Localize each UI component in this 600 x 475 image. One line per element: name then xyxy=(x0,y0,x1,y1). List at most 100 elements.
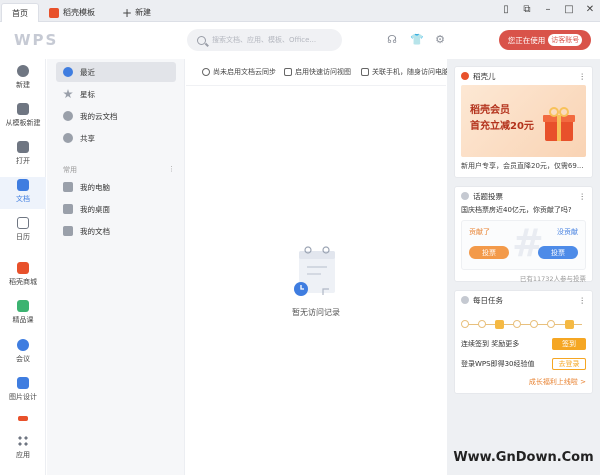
divider xyxy=(186,85,446,86)
more-icon[interactable]: ⋮ xyxy=(579,192,587,201)
search-placeholder: 搜索文档、应用、模板、Office... xyxy=(212,36,317,44)
more-icon[interactable]: ⋮ xyxy=(579,296,587,305)
share-icon xyxy=(63,133,73,143)
desktop-icon xyxy=(63,204,73,214)
cloud-sync-link[interactable]: 尚未启用文档云同步 xyxy=(202,67,276,77)
maximize-button[interactable]: □ xyxy=(563,3,575,17)
sidebar-item-calendar[interactable]: 日历 xyxy=(0,217,46,249)
nav-item-cloud-docs[interactable]: 我的云文档 xyxy=(56,106,176,126)
tab-home-label: 首页 xyxy=(12,8,28,18)
course-icon xyxy=(17,300,29,312)
promo-card[interactable]: 稻壳儿 ⋮ 稻壳会员 首充立减20元 新用户专享，会员直降20元，仅需69... xyxy=(454,66,593,178)
vote-option-left: 贡献了 xyxy=(469,228,490,236)
vote-card-title: 话题投票 xyxy=(473,191,503,201)
right-panel: 稻壳儿 ⋮ 稻壳会员 首充立减20元 新用户专享，会员直降20元，仅需69...… xyxy=(447,59,600,475)
nav-item-label: 我的文档 xyxy=(80,226,110,236)
nav-item-my-desktop[interactable]: 我的桌面 xyxy=(56,199,176,219)
minimize-button[interactable]: – xyxy=(542,3,554,17)
tab-template[interactable]: 稻壳模板 xyxy=(41,3,111,22)
task-card-header: 每日任务 ⋮ xyxy=(455,291,592,309)
plus-icon: + xyxy=(122,5,133,20)
guest-badge: 访客账号 xyxy=(548,34,583,46)
sidebar-item-course[interactable]: 精品课 xyxy=(0,300,46,332)
daily-task-card: 每日任务 ⋮ 连续签到 奖励更多 签到 登录WPS即得30经验值 去登录 成长福… xyxy=(454,290,593,394)
sidebar-scroll-hint xyxy=(0,416,46,428)
sidebar-item-label: 应用 xyxy=(16,451,30,459)
plus-circle-icon xyxy=(17,65,29,77)
close-button[interactable]: ✕ xyxy=(584,3,596,17)
tab-template-label: 稻壳模板 xyxy=(63,8,95,17)
sidebar-item-new[interactable]: 新建 xyxy=(0,65,46,97)
task-icon xyxy=(461,296,469,304)
quick-action-label: 启用快速访问视图 xyxy=(295,68,351,76)
promo-banner[interactable]: 稻壳会员 首充立减20元 xyxy=(461,85,586,157)
vote-right-button[interactable]: 投票 xyxy=(538,246,578,259)
nav-item-label: 我的桌面 xyxy=(80,204,110,214)
login-task-row: 登录WPS即得30经验值 去登录 xyxy=(461,357,586,371)
folder-icon xyxy=(63,226,73,236)
tab-home[interactable]: 首页 xyxy=(1,3,39,22)
nav-item-label: 我的云文档 xyxy=(80,111,118,121)
sidebar-item-apps[interactable]: 应用 xyxy=(0,435,46,467)
promo-card-header: 稻壳儿 ⋮ xyxy=(455,67,592,85)
gift-step-icon xyxy=(565,320,574,329)
quick-action-label: 关联手机，随身访问电脑 xyxy=(372,68,449,76)
phone-link[interactable]: 关联手机，随身访问电脑 xyxy=(361,67,449,77)
apps-icon xyxy=(17,435,29,447)
growth-benefits-link[interactable]: 成长福利上线啦 > xyxy=(455,371,592,391)
star-icon xyxy=(63,89,73,99)
sidebar-item-store[interactable]: 稻壳商城 xyxy=(0,262,46,294)
vote-option-right: 没贡献 xyxy=(557,228,578,236)
promo-caption: 新用户专享，会员直降20元，仅需69... xyxy=(461,162,584,170)
restore-icon[interactable]: ⧉ xyxy=(521,3,533,17)
phone-icon xyxy=(361,68,369,76)
nav-item-label: 我的电脑 xyxy=(80,182,110,192)
more-icon[interactable]: ⋮ xyxy=(579,72,587,81)
sidebar-item-meeting[interactable]: 会议 xyxy=(0,339,46,371)
promo-card-title: 稻壳儿 xyxy=(473,71,496,81)
nav-item-starred[interactable]: 星标 xyxy=(56,84,176,104)
nav-item-recent[interactable]: 最近 xyxy=(56,62,176,82)
promo-line2: 首充立减20元 xyxy=(470,121,534,132)
sidebar-item-label: 会议 xyxy=(16,355,30,363)
sidebar-item-open[interactable]: 打开 xyxy=(0,141,46,173)
wps-logo: WPS xyxy=(14,31,59,49)
empty-state: 暂无访问记录 xyxy=(283,245,349,318)
search-input[interactable]: 搜索文档、应用、模板、Office... xyxy=(187,29,342,51)
document-icon xyxy=(17,179,29,191)
nav-item-label: 星标 xyxy=(80,89,95,99)
docer-icon xyxy=(461,72,469,80)
more-icon[interactable]: ⋮ xyxy=(168,165,175,175)
folder-icon xyxy=(17,141,29,153)
sidebar-item-documents[interactable]: 文档 xyxy=(0,177,46,209)
new-tab-button[interactable]: + 新建 xyxy=(114,3,162,22)
gift-step-icon xyxy=(495,320,504,329)
day-dot xyxy=(513,320,521,328)
vote-count: 已有11732人参与投票 xyxy=(519,275,586,283)
hash-decor-icon: # xyxy=(512,221,544,265)
sidebar-item-image-design[interactable]: 图片设计 xyxy=(0,377,46,409)
shirt-icon[interactable]: 👕 xyxy=(410,34,424,46)
login-button[interactable]: 去登录 xyxy=(552,358,586,370)
sidebar-item-template-new[interactable]: 从模板新建 xyxy=(0,103,46,135)
search-icon xyxy=(197,35,206,45)
gear-icon[interactable]: ⚙ xyxy=(434,34,446,46)
empty-state-text: 暂无访问记录 xyxy=(292,308,340,317)
cloud-icon xyxy=(63,111,73,121)
vote-left-button[interactable]: 投票 xyxy=(469,246,509,259)
sidebar-item-label: 日历 xyxy=(16,233,30,241)
nav-item-shared[interactable]: 共享 xyxy=(56,128,176,148)
sign-in-button[interactable]: 签到 xyxy=(552,338,586,350)
headset-icon[interactable]: ☊ xyxy=(386,34,398,46)
nav-item-label: 共享 xyxy=(80,133,95,143)
top-tools: ☊ 👕 ⚙ xyxy=(386,34,446,46)
more-indicator-icon xyxy=(18,416,28,421)
quick-view-link[interactable]: 启用快速访问视图 xyxy=(284,67,351,77)
account-button[interactable]: 您正在使用 访客账号 xyxy=(499,30,591,50)
nav-item-my-documents[interactable]: 我的文档 xyxy=(56,221,176,241)
nav-item-my-computer[interactable]: 我的电脑 xyxy=(56,177,176,197)
promo-line1: 稻壳会员 xyxy=(470,105,510,116)
layout-icon[interactable]: ▯ xyxy=(500,3,512,17)
nav-item-label: 最近 xyxy=(80,67,95,77)
clock-icon xyxy=(63,67,73,77)
